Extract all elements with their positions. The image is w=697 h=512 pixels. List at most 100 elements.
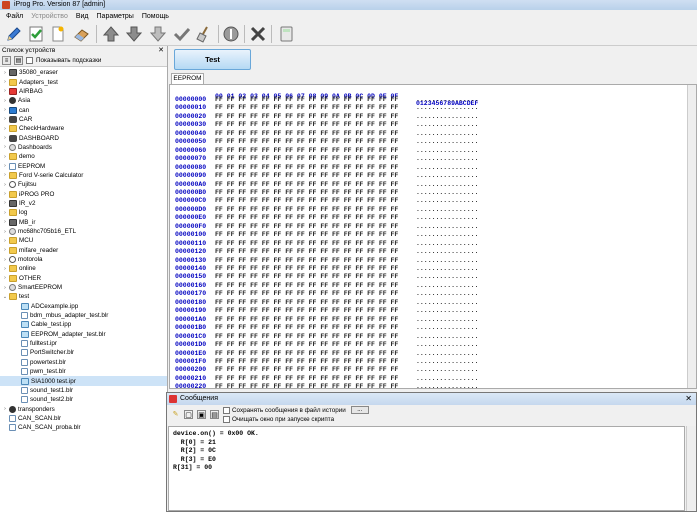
pencil-icon[interactable] bbox=[3, 23, 25, 45]
tree-item[interactable]: CAN_SCAN_proba.blr bbox=[0, 423, 167, 432]
menu-item[interactable]: Помощь bbox=[138, 13, 173, 20]
tree-item[interactable]: › Asia bbox=[0, 96, 167, 105]
expand-arrow-icon[interactable]: › bbox=[2, 247, 8, 253]
menu-item[interactable]: Параметры bbox=[93, 13, 138, 20]
tree-item[interactable]: SIA1000 test.ipr bbox=[0, 376, 167, 386]
menu-item[interactable]: Файл bbox=[2, 13, 27, 20]
expand-arrow-icon[interactable]: › bbox=[2, 191, 8, 197]
tree-item[interactable]: ⌄ test bbox=[0, 292, 167, 301]
show-hints-checkbox[interactable] bbox=[26, 57, 33, 64]
tree-item[interactable]: › EEPROM bbox=[0, 161, 167, 170]
messages-log[interactable]: device.on() = 0x00 OK. R[0] = 21 R[2] = … bbox=[168, 426, 685, 511]
arrow-down-outline-icon[interactable] bbox=[147, 23, 169, 45]
tree-item[interactable]: pwm_test.blr bbox=[0, 367, 167, 376]
expand-arrow-icon[interactable]: › bbox=[2, 116, 8, 122]
expand-arrow-icon[interactable]: › bbox=[2, 266, 8, 272]
expand-arrow-icon[interactable]: › bbox=[2, 107, 8, 113]
check-doc-icon[interactable] bbox=[25, 23, 47, 45]
tree-item[interactable]: › demo bbox=[0, 152, 167, 161]
tree-item[interactable]: › mc68hc705b16_ETL bbox=[0, 227, 167, 236]
tree-item[interactable]: › motorola bbox=[0, 255, 167, 264]
tree-item[interactable]: › Dashboards bbox=[0, 143, 167, 152]
tree-item[interactable]: › transponders bbox=[0, 404, 167, 413]
tree-item[interactable]: › CAR bbox=[0, 115, 167, 124]
tree-item[interactable]: PortSwitcher.blr bbox=[0, 348, 167, 357]
expand-arrow-icon[interactable]: › bbox=[2, 98, 8, 104]
save-icon[interactable]: ▣ bbox=[197, 410, 206, 419]
tree-item[interactable]: › log bbox=[0, 208, 167, 217]
tree-item[interactable]: › CheckHardware bbox=[0, 124, 167, 133]
expand-arrow-icon[interactable]: › bbox=[2, 154, 8, 160]
tree-item[interactable]: › can bbox=[0, 105, 167, 114]
tree-item[interactable]: › IR_v2 bbox=[0, 199, 167, 208]
eraser-icon[interactable] bbox=[71, 23, 93, 45]
tree-item[interactable]: › Adapters_test bbox=[0, 77, 167, 86]
expand-arrow-icon[interactable]: › bbox=[2, 88, 8, 94]
copy-icon[interactable]: ▢ bbox=[184, 410, 193, 419]
tree-item[interactable]: CAN_SCAN.blr bbox=[0, 414, 167, 423]
tree-item[interactable]: bdm_mbus_adapter_test.blr bbox=[0, 311, 167, 320]
arrow-up-icon[interactable] bbox=[100, 23, 122, 45]
expand-arrow-icon[interactable]: › bbox=[2, 406, 8, 412]
expand-arrow-icon[interactable]: › bbox=[2, 70, 8, 76]
clear-icon[interactable]: ▤ bbox=[210, 410, 219, 419]
panel-close-icon[interactable]: ✕ bbox=[158, 46, 164, 55]
tree-item[interactable]: › SmartEEPROM bbox=[0, 283, 167, 292]
tree-item[interactable]: sound_test1.blr bbox=[0, 386, 167, 395]
tab-eeprom[interactable]: EEPROM bbox=[171, 73, 204, 84]
tree-item[interactable]: › OTHER bbox=[0, 274, 167, 283]
tree-item[interactable]: › DASHBOARD bbox=[0, 133, 167, 142]
expand-arrow-icon[interactable]: › bbox=[2, 210, 8, 216]
expand-arrow-icon[interactable]: › bbox=[2, 172, 8, 178]
arrow-down-icon[interactable] bbox=[123, 23, 145, 45]
browse-button[interactable]: ... bbox=[350, 406, 369, 414]
menu-item[interactable]: Вид bbox=[72, 13, 93, 20]
tree-item[interactable]: › MB_ir bbox=[0, 218, 167, 227]
expand-arrow-icon[interactable]: › bbox=[2, 257, 8, 263]
tree-item[interactable]: › iPROG PRO bbox=[0, 189, 167, 198]
list-view-button[interactable]: ▤ bbox=[14, 56, 23, 65]
tree-item[interactable]: › Ford V-serie Calculator bbox=[0, 171, 167, 180]
hex-bytes[interactable]: FF FF FF FF FF FF FF FF FF FF FF FF FF F… bbox=[215, 382, 398, 388]
tree-item[interactable]: › 35080_eraser bbox=[0, 68, 167, 77]
test-button[interactable]: Test bbox=[174, 49, 251, 70]
tree-item[interactable]: › Fujitsu bbox=[0, 180, 167, 189]
tree-item[interactable]: ADCexample.ipp bbox=[0, 302, 167, 311]
messages-scrollbar[interactable] bbox=[686, 426, 696, 511]
tree-item[interactable]: powertest.blr bbox=[0, 358, 167, 367]
wand-icon[interactable]: ✎ bbox=[171, 410, 180, 419]
expand-arrow-icon[interactable]: › bbox=[2, 200, 8, 206]
expand-arrow-icon[interactable]: › bbox=[2, 79, 8, 85]
tree-view-button[interactable]: ≡ bbox=[2, 56, 11, 65]
hex-ascii[interactable]: ................ bbox=[416, 382, 478, 388]
expand-arrow-icon[interactable]: › bbox=[2, 219, 8, 225]
tree-item[interactable]: › mifare_reader bbox=[0, 246, 167, 255]
expand-arrow-icon[interactable]: › bbox=[2, 126, 8, 132]
calculator-icon[interactable] bbox=[275, 23, 297, 45]
tree-item[interactable]: › AIRBAG bbox=[0, 87, 167, 96]
clear-on-run-checkbox[interactable] bbox=[223, 416, 230, 423]
new-doc-icon[interactable] bbox=[47, 23, 69, 45]
expand-arrow-icon[interactable]: › bbox=[2, 238, 8, 244]
tree-item[interactable]: › MCU bbox=[0, 236, 167, 245]
tree-item[interactable]: › online bbox=[0, 264, 167, 273]
expand-arrow-icon[interactable]: › bbox=[2, 144, 8, 150]
broom-icon[interactable] bbox=[193, 23, 215, 45]
checkmark-icon[interactable] bbox=[171, 23, 193, 45]
expand-arrow-icon[interactable]: › bbox=[2, 275, 8, 281]
expand-arrow-icon[interactable]: › bbox=[2, 163, 8, 169]
menu-item[interactable]: Устройство bbox=[27, 13, 72, 20]
tree-item[interactable]: sound_test2.blr bbox=[0, 395, 167, 404]
tree-item[interactable]: EEPROM_adapter_test.blr bbox=[0, 330, 167, 339]
hex-editor[interactable]: 00 01 02 03 04 05 06 07 08 09 0A 0B 0C 0… bbox=[169, 84, 697, 389]
tree-item[interactable]: fulltest.ipr bbox=[0, 339, 167, 348]
expand-arrow-icon[interactable]: › bbox=[2, 229, 8, 235]
expand-arrow-icon[interactable]: › bbox=[2, 135, 8, 141]
expand-arrow-icon[interactable]: › bbox=[2, 182, 8, 188]
save-history-checkbox[interactable] bbox=[223, 406, 230, 414]
hex-row[interactable]: 00000220 FF FF FF FF FF FF FF FF FF FF FF… bbox=[170, 382, 690, 388]
expand-arrow-icon[interactable]: › bbox=[2, 285, 8, 291]
close-x-icon[interactable] bbox=[247, 23, 269, 45]
tree-item[interactable]: Cable_test.ipp bbox=[0, 320, 167, 329]
expand-arrow-icon[interactable]: ⌄ bbox=[2, 294, 8, 300]
